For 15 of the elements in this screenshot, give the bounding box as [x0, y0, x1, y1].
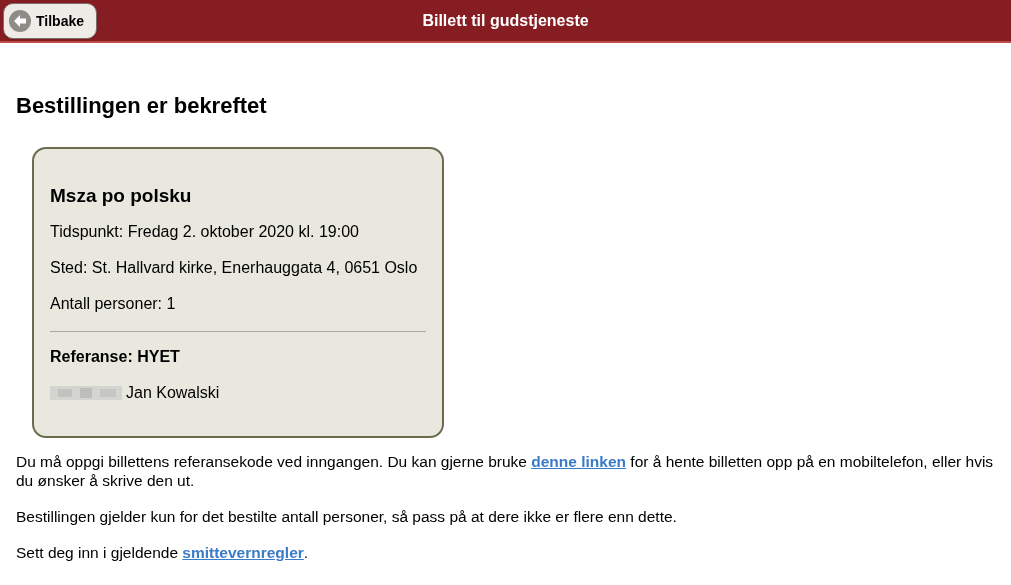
info-paragraph: Bestillingen gjelder kun for det bestilte antall personer, så pass på at dere ikke er flere enn dette. — [16, 507, 678, 526]
info-paragraph: Du må oppgi billettens referansekode ved inngangen. Du kan gjerne bruke denne linken for å hente billetten opp på en mobiltelefon, eller hvis du ønsker å skrive den ut. — [16, 452, 995, 490]
ticket-detail: Tidspunkt: Fredag 2. oktober 2020 kl. 19:00 — [50, 223, 360, 241]
redaction-block — [50, 386, 122, 400]
ticket-title: Msza po polsku — [50, 185, 193, 207]
text-link[interactable]: denne linken — [531, 453, 627, 470]
ticket-detail: Antall personer: 1 — [50, 295, 177, 313]
back-button[interactable]: Tilbake — [3, 3, 97, 39]
ticket-holder-name: Jan Kowalski — [126, 384, 220, 402]
reference-code: Referanse: HYET — [50, 348, 181, 366]
info-paragraph: Sett deg inn i gjeldende smittevernregler. — [16, 543, 310, 562]
page-heading: Bestillingen er bekreftet — [16, 93, 268, 119]
ticket-detail: Sted: St. Hallvard kirke, Enerhauggata 4, 0651 Oslo — [50, 259, 419, 277]
page-title: Billett til gudstjeneste — [422, 11, 589, 30]
text-link[interactable]: smittevernregler — [182, 544, 304, 561]
